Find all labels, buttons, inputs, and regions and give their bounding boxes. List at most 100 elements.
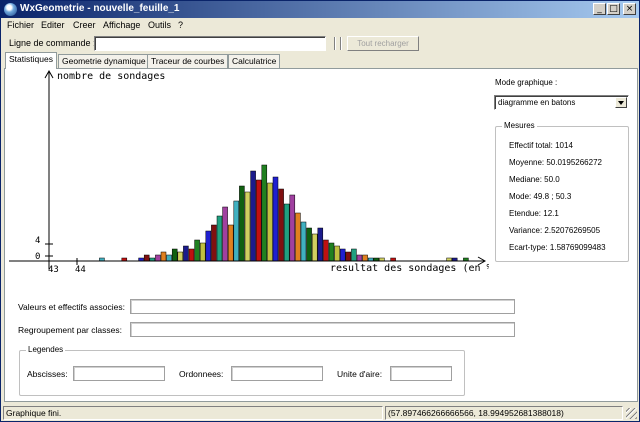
histogram-bar <box>227 224 234 262</box>
menu-creer[interactable]: Creer <box>73 20 96 30</box>
histogram-bar <box>334 245 340 262</box>
tab-geometrie-dynamique[interactable]: Geometrie dynamique <box>58 54 150 68</box>
title-bar: WxGeometrie - nouvelle_feuille_1 _ □ × <box>1 1 639 18</box>
abscisses-input[interactable] <box>73 366 165 381</box>
histogram-bar <box>272 176 279 262</box>
menu-editer[interactable]: Editer <box>41 20 65 30</box>
mode-graphique-select[interactable]: diagramme en batons <box>494 95 629 110</box>
mesures-title: Mesures <box>502 121 537 130</box>
histogram-bar <box>328 242 335 262</box>
histogram-bars <box>99 164 469 262</box>
histogram-bar <box>160 251 167 262</box>
legendes-title: Legendes <box>26 345 66 354</box>
menu-fichier[interactable]: Fichier <box>7 20 34 30</box>
histogram-bar <box>345 251 352 262</box>
mode-graphique-label: Mode graphique : <box>495 78 558 87</box>
tab-traceur-courbes[interactable]: Traceur de courbes <box>147 54 229 68</box>
ordonnees-label: Ordonnees: <box>179 369 224 379</box>
mesures-group: Mesures Effectif total: 1014 Moyenne: 50… <box>495 121 629 262</box>
status-bar: Graphique fini. (57.897466266666566, 18.… <box>1 404 639 421</box>
histogram-bar <box>244 191 251 262</box>
command-toolbar: Ligne de commande : Tout recharger <box>1 34 639 53</box>
regroupement-label: Regroupement par classes: <box>18 325 122 335</box>
tab-statistiques[interactable]: Statistiques <box>5 52 57 69</box>
histogram-bar <box>255 179 262 262</box>
histogram-bar <box>289 194 296 262</box>
y-tick-label: 4 <box>35 236 40 246</box>
ordonnees-input[interactable] <box>231 366 323 381</box>
histogram-bar <box>222 206 228 262</box>
reload-button[interactable]: Tout recharger <box>347 36 419 51</box>
app-logo-icon <box>4 3 17 16</box>
mode-graphique-value: diagramme en batons <box>498 98 576 107</box>
legendes-group: Legendes Abscisses: Ordonnees: Unite d'a… <box>19 345 465 396</box>
y-tick-label: 0 <box>35 252 40 262</box>
maximize-button[interactable]: □ <box>607 3 620 15</box>
measure-mediane: Mediane: 50.0 <box>509 175 560 184</box>
histogram-bar <box>323 239 329 262</box>
close-button[interactable]: × <box>623 3 636 15</box>
histogram-bar <box>171 248 178 262</box>
unite-aire-input[interactable] <box>390 366 452 381</box>
histogram-bar <box>143 254 150 262</box>
histogram-bar <box>233 200 240 262</box>
dropdown-arrow-icon[interactable] <box>615 97 627 108</box>
x-axis-label: resultat des sondages (en %) <box>330 263 489 274</box>
histogram-bar <box>155 254 161 262</box>
histogram-bar <box>183 245 189 262</box>
histogram-bar <box>194 239 200 262</box>
histogram-bar <box>239 185 245 262</box>
tab-calculatrice[interactable]: Calculatrice <box>228 54 281 68</box>
histogram-bar <box>339 248 346 262</box>
toolbar-separator <box>340 37 342 50</box>
window-title: WxGeometrie - nouvelle_feuille_1 <box>20 3 180 14</box>
histogram-bar <box>177 251 184 262</box>
unite-aire-label: Unite d'aire: <box>337 369 383 379</box>
histogram-bar <box>356 254 363 262</box>
status-coordinates: (57.897466266666566, 18.994952681388018) <box>385 406 623 420</box>
measure-mode: Mode: 49.8 ; 50.3 <box>509 192 572 201</box>
histogram-bar <box>199 242 206 262</box>
valeurs-label: Valeurs et effectifs associes: <box>18 302 125 312</box>
measure-effectif: Effectif total: 1014 <box>509 141 573 150</box>
histogram-bar <box>295 212 301 262</box>
x-tick-label: 43 <box>48 265 59 275</box>
histogram-bar <box>300 221 307 262</box>
histogram-bar <box>351 248 357 262</box>
histogram-bar <box>311 233 318 262</box>
histogram-bar <box>278 188 284 262</box>
histogram-bar <box>317 227 324 262</box>
histogram-bar <box>188 248 195 262</box>
histogram-bar <box>250 170 256 262</box>
command-label: Ligne de commande : <box>9 38 96 48</box>
status-message: Graphique fini. <box>3 406 383 420</box>
histogram-bar <box>362 254 368 262</box>
statistics-panel: nombre de sondages resultat des sondages… <box>4 68 638 402</box>
histogram-bar <box>306 227 312 262</box>
app-window: WxGeometrie - nouvelle_feuille_1 _ □ × F… <box>0 0 640 422</box>
command-input[interactable] <box>94 36 326 51</box>
histogram-bar <box>205 230 212 262</box>
resize-grip-icon[interactable] <box>626 408 637 419</box>
y-axis-label: nombre de sondages <box>57 71 165 82</box>
menu-bar: Fichier Editer Creer Affichage Outils ? <box>1 18 639 33</box>
histogram-bar <box>216 215 223 262</box>
menu-outils[interactable]: Outils <box>148 20 171 30</box>
histogram-chart[interactable]: nombre de sondages resultat des sondages… <box>5 69 489 279</box>
histogram-bar <box>166 254 172 262</box>
menu-help[interactable]: ? <box>178 20 183 30</box>
histogram-bar <box>261 164 268 262</box>
histogram-bar <box>283 203 290 262</box>
histogram-bar <box>267 182 273 262</box>
valeurs-input[interactable] <box>130 299 515 314</box>
x-tick-label: 44 <box>75 265 86 275</box>
measure-variance: Variance: 2.52076269505 <box>509 226 601 235</box>
menu-affichage[interactable]: Affichage <box>103 20 140 30</box>
histogram-bar <box>211 224 217 262</box>
minimize-button[interactable]: _ <box>593 3 606 15</box>
abscisses-label: Abscisses: <box>27 369 68 379</box>
regroupement-input[interactable] <box>130 322 515 337</box>
toolbar-separator <box>334 37 336 50</box>
measure-moyenne: Moyenne: 50.0195266272 <box>509 158 602 167</box>
measure-ecart-type: Ecart-type: 1.58769099483 <box>509 243 606 252</box>
